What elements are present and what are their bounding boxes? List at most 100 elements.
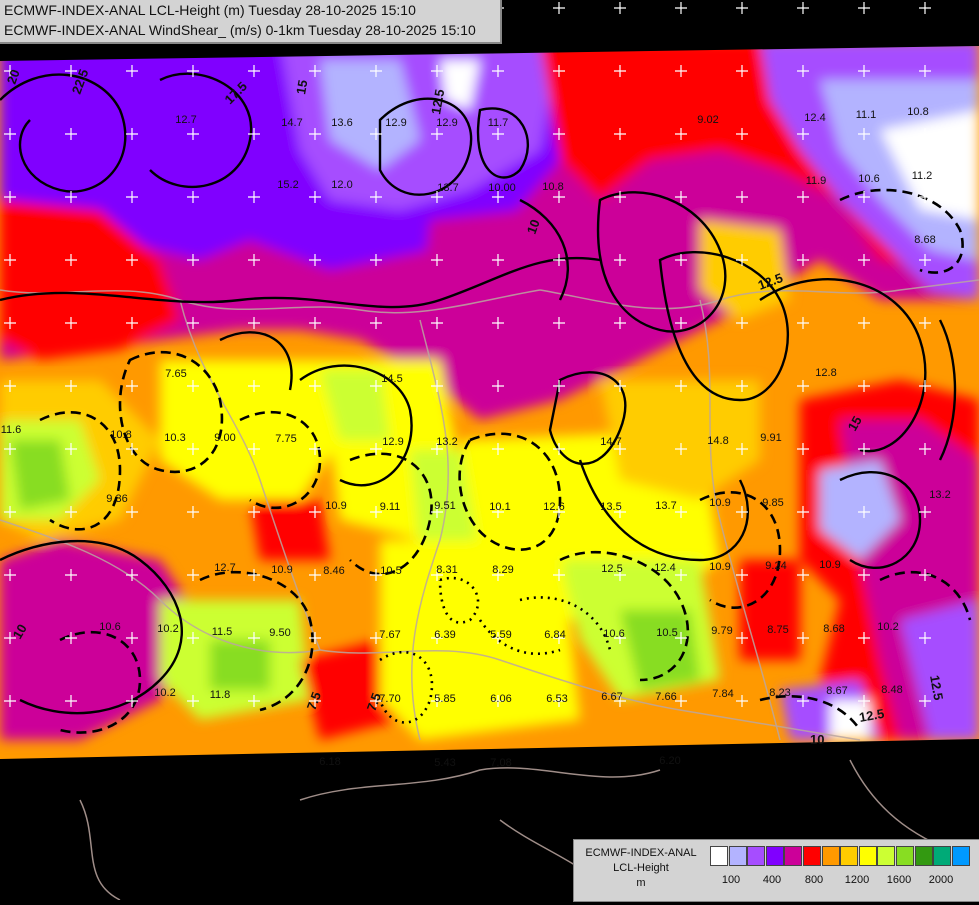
value-label: 12.4 <box>654 562 675 574</box>
value-label: 9.50 <box>269 627 290 639</box>
value-label: 12.7 <box>175 114 196 126</box>
value-label: 12.9 <box>436 117 457 129</box>
value-label: 8.31 <box>436 564 457 576</box>
header-panel: ECMWF-INDEX-ANAL LCL-Height (m) Tuesday … <box>0 0 502 44</box>
value-label: 10.9 <box>325 500 346 512</box>
value-label: 12.9 <box>382 436 403 448</box>
value-label: 7.66 <box>655 691 676 703</box>
lcl-height-field <box>0 45 979 760</box>
value-label: 10.6 <box>99 621 120 633</box>
value-label: 10.1 <box>489 501 510 513</box>
value-label: 10.8 <box>542 181 563 193</box>
value-label: 6.06 <box>490 693 511 705</box>
value-label: 11.2 <box>912 170 933 182</box>
value-label: 12.0 <box>331 179 352 191</box>
value-label: 10.5 <box>656 627 677 639</box>
legend-title-line-2: LCL-Height <box>613 862 669 874</box>
value-label: 11.9 <box>806 175 827 187</box>
value-label: 8.29 <box>492 564 513 576</box>
legend-swatch <box>784 846 803 866</box>
value-label: 11.7 <box>488 117 509 129</box>
legend-tick-label: 1600 <box>886 874 912 886</box>
legend-swatch <box>933 846 952 866</box>
value-label: 6.18 <box>319 756 340 768</box>
value-label: 10.6 <box>603 628 624 640</box>
value-label: 9.02 <box>697 114 718 126</box>
legend-panel: ECMWF-INDEX-ANAL LCL-Height m 100 400 800 1… <box>573 839 979 902</box>
value-label: 5.85 <box>434 693 455 705</box>
value-label: 12.8 <box>815 367 836 379</box>
legend-swatch <box>858 846 877 866</box>
value-label: 10.8 <box>907 106 928 118</box>
legend-unit: m <box>636 877 646 889</box>
value-label: 9.79 <box>711 625 732 637</box>
legend-swatch <box>765 846 784 866</box>
value-label: 8.48 <box>881 684 902 696</box>
header-line-1: ECMWF-INDEX-ANAL LCL-Height (m) Tuesday … <box>4 2 416 18</box>
legend-tick-label: 800 <box>804 874 824 886</box>
legend-swatch <box>840 846 859 866</box>
value-label: 12.7 <box>214 562 235 574</box>
value-label: 12.9 <box>385 117 406 129</box>
legend-tick-label: 1200 <box>844 874 870 886</box>
value-label: 7.67 <box>379 629 400 641</box>
legend-swatch <box>747 846 766 866</box>
legend-title-line-1: ECMWF-INDEX-ANAL <box>585 847 697 859</box>
header-line-2: ECMWF-INDEX-ANAL WindShear_ (m/s) 0-1km … <box>4 22 476 38</box>
value-label: 6.39 <box>434 629 455 641</box>
value-label: 10.00 <box>488 182 516 194</box>
value-label: 6.67 <box>601 691 622 703</box>
value-label: 6.53 <box>546 693 567 705</box>
value-label: 10.9 <box>819 559 840 571</box>
value-label: 10.3 <box>164 432 185 444</box>
value-label: 12.5 <box>601 563 622 575</box>
value-label: 7.08 <box>490 757 511 769</box>
value-label: 13.5 <box>600 501 621 513</box>
legend-swatch <box>877 846 896 866</box>
value-label: 7.75 <box>275 433 296 445</box>
value-label: 13.2 <box>436 436 457 448</box>
value-label: 11.6 <box>1 424 22 436</box>
value-label: 11.1 <box>856 109 877 121</box>
contour-label: 15 <box>293 79 310 96</box>
value-label: 8.68 <box>823 623 844 635</box>
value-label: 9.51 <box>434 500 455 512</box>
value-label: 9.85 <box>762 497 783 509</box>
value-label: 13.2 <box>929 489 950 501</box>
legend-tick-label: 2000 <box>928 874 954 886</box>
value-label: 8.46 <box>323 565 344 577</box>
value-label: 13.6 <box>331 117 352 129</box>
value-label: 5.59 <box>490 629 511 641</box>
value-label: 7.65 <box>165 368 186 380</box>
value-label: 6.20 <box>659 755 680 767</box>
value-label: 13.7 <box>437 182 458 194</box>
value-label: 14.8 <box>707 435 728 447</box>
legend-swatch <box>728 846 747 866</box>
value-label: 9.24 <box>765 560 786 572</box>
contour-label: 10 <box>810 732 824 747</box>
value-label: 5.43 <box>434 757 455 769</box>
legend-swatch <box>914 846 933 866</box>
legend-swatch <box>803 846 821 866</box>
value-label: 10.8 <box>110 429 131 441</box>
value-label: 8.75 <box>767 624 788 636</box>
value-label: 12.6 <box>543 501 564 513</box>
value-label: 9.00 <box>214 432 235 444</box>
map-area: 12.7 13.6 12.9 12.9 11.7 14.7 9.02 12.4 11.1 10.8… <box>0 0 979 901</box>
value-label: 11.8 <box>210 689 231 701</box>
value-label: 6.84 <box>544 629 565 641</box>
legend-tick-label: 100 <box>721 874 741 886</box>
value-label: 10.6 <box>858 173 879 185</box>
value-label: 15.2 <box>277 179 298 191</box>
legend-title: ECMWF-INDEX-ANAL LCL-Height m <box>574 846 708 891</box>
value-label: 11.5 <box>212 626 233 638</box>
value-label: 10.9 <box>709 497 730 509</box>
legend-tick-label: 400 <box>762 874 782 886</box>
legend-swatch <box>710 846 728 866</box>
legend-swatch <box>951 846 970 866</box>
value-label: 14.7 <box>281 117 302 129</box>
value-label: 9.11 <box>380 501 401 513</box>
value-label: 14.5 <box>381 373 402 385</box>
value-label: 10.2 <box>877 621 898 633</box>
value-label: 9.91 <box>760 432 781 444</box>
